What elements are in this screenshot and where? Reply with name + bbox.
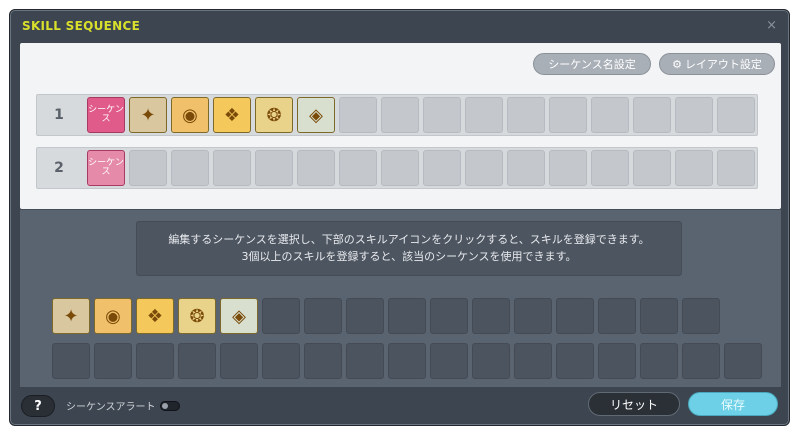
palette-slot (52, 343, 90, 379)
gold-medallion-icon[interactable]: ◉ (171, 97, 209, 133)
empty-skill-slot[interactable] (675, 97, 713, 133)
empty-skill-slot[interactable] (675, 150, 713, 186)
palette-slot (94, 343, 132, 379)
empty-skill-slot[interactable] (633, 97, 671, 133)
palette-slot (388, 298, 426, 334)
palette-slot (514, 343, 552, 379)
sequence-toggle-button[interactable]: シーケンス (87, 97, 125, 133)
gold-medallion-icon[interactable]: ◉ (94, 298, 132, 334)
palette-slot (346, 298, 384, 334)
palette-slot (178, 343, 216, 379)
skill-sequence-window: SKILL SEQUENCE × シーケンス名設定 ⚙ レイアウト設定 1 シー… (9, 9, 790, 426)
window-title: SKILL SEQUENCE (22, 19, 141, 33)
palette-slot (682, 343, 720, 379)
footer-bar: ? シーケンスアラート リセット 保存 (10, 387, 791, 427)
palette-slot (598, 298, 636, 334)
empty-skill-slot[interactable] (129, 150, 167, 186)
palette-row-1: ✦ ◉ ❖ ❂ ◈ (52, 298, 720, 334)
empty-skill-slot[interactable] (507, 150, 545, 186)
gold-wing-crest-icon[interactable]: ❖ (136, 298, 174, 334)
empty-skill-slot[interactable] (381, 97, 419, 133)
sequence-panel: シーケンス名設定 ⚙ レイアウト設定 1 シーケンス ✦ ◉ ❖ ❂ ◈ 2 シ… (20, 43, 781, 209)
compass-emblem-icon[interactable]: ✦ (129, 97, 167, 133)
palette-slot (514, 298, 552, 334)
empty-skill-slot[interactable] (591, 97, 629, 133)
empty-skill-slot[interactable] (423, 97, 461, 133)
instruction-box: 編集するシーケンスを選択し、下部のスキルアイコンをクリックすると、スキルを登録で… (136, 221, 682, 276)
empty-skill-slot[interactable] (255, 150, 293, 186)
palette-row-2 (52, 343, 762, 379)
empty-skill-slot[interactable] (717, 150, 755, 186)
empty-skill-slot[interactable] (633, 150, 671, 186)
empty-skill-slot[interactable] (465, 97, 503, 133)
rename-sequence-button[interactable]: シーケンス名設定 (533, 53, 651, 75)
empty-skill-slot[interactable] (339, 150, 377, 186)
reset-button[interactable]: リセット (588, 392, 680, 416)
empty-skill-slot[interactable] (591, 150, 629, 186)
layout-label: レイアウト設定 (684, 58, 762, 71)
empty-skill-slot[interactable] (339, 97, 377, 133)
gold-aura-ring-icon[interactable]: ❂ (178, 298, 216, 334)
palette-slot (598, 343, 636, 379)
rename-label: シーケンス名設定 (548, 58, 636, 71)
sequence-row-2[interactable]: 2 シーケンス (36, 147, 758, 189)
palette-slot (472, 298, 510, 334)
diamond-compass-icon[interactable]: ◈ (297, 97, 335, 133)
gear-icon: ⚙ (672, 57, 682, 71)
compass-emblem-icon[interactable]: ✦ (52, 298, 90, 334)
empty-skill-slot[interactable] (507, 97, 545, 133)
sequence-number: 1 (54, 107, 64, 123)
palette-slot (304, 343, 342, 379)
palette-slot (724, 343, 762, 379)
palette-slot (430, 298, 468, 334)
empty-skill-slot[interactable] (381, 150, 419, 186)
help-button[interactable]: ? (21, 395, 55, 417)
palette-slot (304, 298, 342, 334)
gold-wing-crest-icon[interactable]: ❖ (213, 97, 251, 133)
palette-slot (262, 343, 300, 379)
gold-aura-ring-icon[interactable]: ❂ (255, 97, 293, 133)
instruction-line-1: 編集するシーケンスを選択し、下部のスキルアイコンをクリックすると、スキルを登録で… (168, 233, 650, 246)
palette-slot (430, 343, 468, 379)
sequence-toggle-button[interactable]: シーケンス (87, 150, 125, 186)
diamond-compass-icon[interactable]: ◈ (220, 298, 258, 334)
palette-slot (556, 298, 594, 334)
palette-slot (262, 298, 300, 334)
layout-settings-button[interactable]: ⚙ レイアウト設定 (659, 53, 775, 75)
palette-slot (472, 343, 510, 379)
palette-slot (136, 343, 174, 379)
palette-slot (640, 343, 678, 379)
sequence-alert-label: シーケンスアラート (66, 402, 156, 413)
empty-skill-slot[interactable] (549, 150, 587, 186)
palette-slot (682, 298, 720, 334)
palette-slot (220, 343, 258, 379)
palette-slot (346, 343, 384, 379)
instruction-line-2: 3個以上のスキルを登録すると、該当のシーケンスを使用できます。 (241, 250, 577, 263)
sequence-alert-toggle[interactable]: シーケンスアラート (66, 398, 180, 413)
empty-skill-slot[interactable] (465, 150, 503, 186)
save-button[interactable]: 保存 (688, 392, 778, 416)
sequence-number: 2 (54, 160, 64, 176)
palette-slot (640, 298, 678, 334)
empty-skill-slot[interactable] (171, 150, 209, 186)
skill-palette-panel: 編集するシーケンスを選択し、下部のスキルアイコンをクリックすると、スキルを登録で… (20, 209, 781, 387)
palette-slot (388, 343, 426, 379)
close-icon[interactable]: × (766, 18, 777, 33)
sequence-row-1[interactable]: 1 シーケンス ✦ ◉ ❖ ❂ ◈ (36, 94, 758, 136)
empty-skill-slot[interactable] (423, 150, 461, 186)
empty-skill-slot[interactable] (297, 150, 335, 186)
empty-skill-slot[interactable] (717, 97, 755, 133)
empty-skill-slot[interactable] (213, 150, 251, 186)
empty-skill-slot[interactable] (549, 97, 587, 133)
toggle-switch-icon[interactable] (159, 400, 180, 411)
palette-slot (556, 343, 594, 379)
